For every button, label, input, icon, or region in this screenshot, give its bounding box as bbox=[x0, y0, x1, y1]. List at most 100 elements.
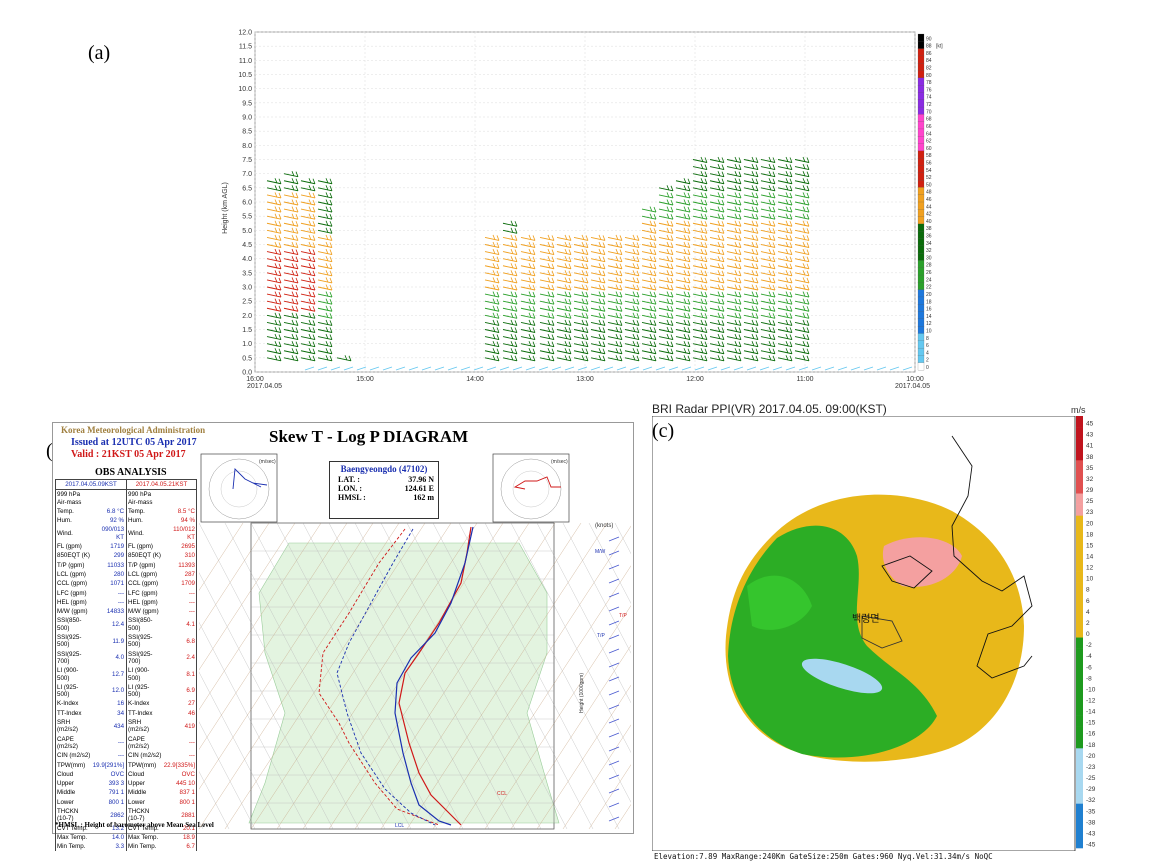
radar-colorbar-cell bbox=[1076, 515, 1083, 528]
obs-row: CCL (gpm) 1071 CCL (gpm) 1709 bbox=[54, 579, 197, 589]
y-tick-label: 5.0 bbox=[242, 228, 252, 235]
radar-colorbar-cell bbox=[1076, 637, 1083, 649]
obs-row: FL (gpm) 1719 FL (gpm) 2695 bbox=[54, 542, 197, 552]
x-tick-label: 13:00 bbox=[576, 376, 594, 383]
radar-colorbar-tick: 4 bbox=[1086, 609, 1090, 616]
radar-colorbar-cell bbox=[1076, 803, 1083, 816]
colorbar-cell bbox=[917, 209, 925, 218]
radar-colorbar-tick: 2 bbox=[1086, 620, 1090, 627]
radar-colorbar-tick: -18 bbox=[1086, 742, 1096, 749]
dry-adiabat bbox=[199, 771, 230, 830]
colorbar-tick: 58 bbox=[926, 153, 932, 159]
svg-text:(m/sec): (m/sec) bbox=[551, 459, 568, 465]
radar-colorbar-cell bbox=[1076, 737, 1083, 749]
colorbar-cell bbox=[917, 318, 925, 327]
colorbar-cell bbox=[917, 136, 925, 144]
radar-colorbar-tick: -2 bbox=[1086, 642, 1092, 649]
radar-colorbar-tick: -15 bbox=[1086, 720, 1096, 727]
colorbar-tick: 50 bbox=[926, 182, 932, 188]
radar-colorbar-tick: -43 bbox=[1086, 830, 1096, 837]
barb-09kst bbox=[608, 704, 620, 710]
radar-colorbar-tick: 20 bbox=[1086, 520, 1094, 527]
y-tick-label: 1.5 bbox=[242, 327, 252, 334]
colorbar-cell bbox=[917, 179, 925, 188]
radar-colorbar-tick: 18 bbox=[1086, 531, 1094, 538]
isotherm bbox=[614, 804, 631, 830]
radar-colorbar-tick: 25 bbox=[1086, 498, 1094, 505]
radar-colorbar-tick: 23 bbox=[1086, 509, 1094, 516]
colorbar-tick: 30 bbox=[926, 255, 932, 261]
radar-colorbar-tick: -29 bbox=[1086, 786, 1096, 793]
y-tick-label: 8.0 bbox=[242, 143, 252, 150]
hodograph-09kst: (m/sec) bbox=[200, 453, 278, 523]
date-right: 2017.04.05 bbox=[895, 383, 930, 390]
radar-colorbar-tick: 8 bbox=[1086, 587, 1090, 594]
y-tick-label: 10.0 bbox=[238, 86, 252, 93]
colorbar-unit: [kt] bbox=[936, 44, 943, 50]
radar-colorbar-cell bbox=[1076, 593, 1083, 605]
colorbar-tick: 60 bbox=[926, 146, 932, 152]
radar-colorbar-tick: -10 bbox=[1086, 686, 1096, 693]
colorbar-tick: 32 bbox=[926, 248, 932, 254]
obs-row: SRH (m2/s2) 434 SRH (m2/s2) 419 bbox=[54, 718, 197, 735]
kma-org: Korea Meteorological Administration bbox=[61, 425, 206, 435]
barb-09kst bbox=[608, 774, 620, 780]
knots-label: (knots) bbox=[595, 523, 613, 529]
radar-footer: Elevation:7.89 MaxRange:240Km GateSize:2… bbox=[654, 852, 993, 861]
y-tick-label: 9.5 bbox=[242, 100, 252, 107]
colorbar-cell bbox=[917, 245, 925, 254]
colorbar-cell bbox=[917, 282, 925, 291]
colorbar-cell bbox=[917, 77, 925, 86]
y-tick-label: 11.0 bbox=[239, 58, 252, 65]
radar-colorbar-tick: 15 bbox=[1086, 542, 1094, 549]
valid-text: Valid : 21KST 05 Apr 2017 bbox=[71, 449, 186, 460]
colorbar-tick: 54 bbox=[926, 168, 932, 174]
date-left: 2017.04.05 bbox=[247, 383, 282, 390]
colorbar-tick: 86 bbox=[926, 51, 932, 57]
radar-colorbar-cell bbox=[1076, 759, 1083, 771]
radar-colorbar-cell bbox=[1076, 582, 1083, 594]
radar-colorbar-cell bbox=[1076, 427, 1083, 439]
colorbar-cell bbox=[917, 187, 925, 196]
x-tick-label: 16:00 bbox=[246, 376, 264, 383]
barb-09kst bbox=[608, 802, 620, 808]
y-tick-label: 4.0 bbox=[242, 256, 252, 263]
radar-colorbar-tick: -6 bbox=[1086, 664, 1092, 671]
colorbar-cell bbox=[917, 340, 925, 349]
radar-colorbar-cell bbox=[1076, 814, 1083, 827]
radar-colorbar-cell bbox=[1076, 438, 1083, 450]
y-tick-label: 7.5 bbox=[242, 157, 252, 164]
y-tick-label: 3.0 bbox=[242, 285, 252, 292]
skewt-diagram: (m/sec) (m/sec) CCL LCL (knots) Height (1000g… bbox=[199, 453, 631, 830]
obs-row: M/W (gpm) 14833 M/W (gpm) --- bbox=[54, 607, 197, 617]
obs-row: LFC (gpm) --- LFC (gpm) --- bbox=[54, 588, 197, 598]
radar-colorbar-tick: 45 bbox=[1086, 421, 1094, 428]
colorbar-cell bbox=[917, 150, 925, 159]
colorbar-tick: 0 bbox=[926, 365, 929, 371]
obs-row: T/P (gpm) 11033 T/P (gpm) 11393 bbox=[54, 560, 197, 570]
colorbar-cell bbox=[917, 63, 925, 71]
colorbar-cell bbox=[917, 362, 925, 371]
col2-head: 2017.04.05.21KST bbox=[126, 478, 197, 491]
barb-09kst bbox=[608, 690, 620, 696]
tp-label-red: T/P bbox=[619, 613, 627, 619]
radar-colorbar-tick: 29 bbox=[1086, 487, 1094, 494]
x-tick-label: 14:00 bbox=[466, 376, 484, 383]
colorbar-cell bbox=[917, 274, 925, 283]
obs-row: CIN (m2/s2) --- CIN (m2/s2) --- bbox=[54, 751, 197, 761]
obs-row: Min Temp. 3.3 Min Temp. 6.7 bbox=[54, 842, 197, 852]
radar-colorbar-tick: -8 bbox=[1086, 675, 1092, 682]
radar-ppi: 백령면45434138353229252320181514121086420-2… bbox=[652, 416, 1096, 851]
radar-colorbar-cell bbox=[1076, 560, 1083, 572]
radar-colorbar-cell bbox=[1076, 715, 1083, 727]
radar-colorbar-tick: -25 bbox=[1086, 775, 1096, 782]
radar-colorbar-cell bbox=[1076, 692, 1083, 705]
radar-colorbar-tick: -23 bbox=[1086, 764, 1096, 771]
obs-row: Max Temp. 14.0 Max Temp. 18.9 bbox=[54, 832, 197, 843]
colorbar-cell bbox=[917, 260, 925, 269]
obs-row: LI (900-500) 12.7 LI (900-500) 8.1 bbox=[54, 666, 197, 683]
radar-colorbar-cell bbox=[1076, 449, 1083, 461]
radar-colorbar-cell bbox=[1076, 681, 1083, 694]
radar-colorbar-tick: -14 bbox=[1086, 709, 1096, 716]
colorbar-cell bbox=[917, 114, 925, 123]
